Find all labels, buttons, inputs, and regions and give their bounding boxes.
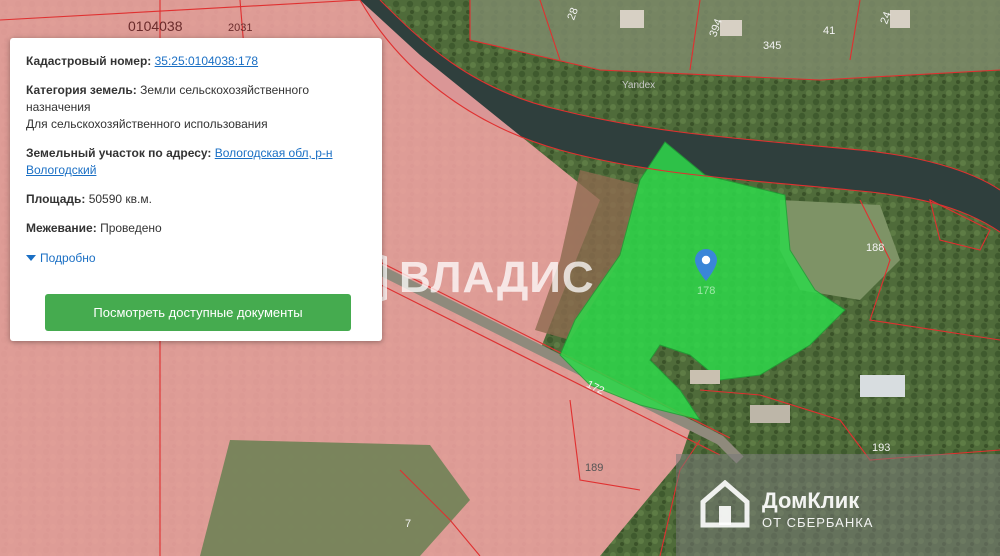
land-category-value: Земли сельскохозяйственного xyxy=(140,83,310,97)
caret-down-icon xyxy=(26,255,36,261)
parcel-number-label: 2031 xyxy=(228,22,253,34)
location-pin-icon[interactable] xyxy=(694,248,718,287)
domclick-title: ДомКлик xyxy=(762,488,860,513)
area-row: Площадь: 50590 кв.м. xyxy=(26,191,366,208)
domclick-watermark: ДомКлик ОТ СБЕРБАНКА xyxy=(762,488,874,531)
vladis-watermark-text: ВЛАДИС xyxy=(399,253,595,302)
parcel-info-card: Кадастровый номер: 35:25:0104038:178 Кат… xyxy=(10,38,382,341)
building xyxy=(620,10,644,28)
parcel-number-label: 7 xyxy=(405,518,412,530)
survey-label: Межевание: xyxy=(26,221,97,235)
parcel-number-label: 41 xyxy=(823,25,836,37)
survey-row: Межевание: Проведено xyxy=(26,220,366,237)
address-link[interactable]: Вологодская обл, р-н xyxy=(215,146,333,160)
building xyxy=(750,405,790,423)
address-label: Земельный участок по адресу: xyxy=(26,146,212,160)
parcel-number-label: 188 xyxy=(866,242,885,254)
details-toggle[interactable]: Подробно xyxy=(26,251,96,265)
map-provider-label: Yandex xyxy=(622,80,656,91)
land-category-value-cont: назначения xyxy=(26,100,91,114)
cadastral-number-row: Кадастровый номер: 35:25:0104038:178 xyxy=(26,53,366,70)
cadastral-number-label: Кадастровый номер: xyxy=(26,54,152,68)
land-category-row: Категория земель: Земли сельскохозяйстве… xyxy=(26,82,366,133)
land-use-value: Для сельскохозяйственного использования xyxy=(26,117,268,131)
survey-value: Проведено xyxy=(100,221,162,235)
quarter-number-label: 0104038 xyxy=(128,18,183,34)
land-category-label: Категория земель: xyxy=(26,83,137,97)
building xyxy=(890,10,910,28)
details-toggle-label: Подробно xyxy=(40,251,96,265)
building xyxy=(690,370,720,384)
parcel-number-label: 345 xyxy=(763,40,782,52)
parcel-number-label: 189 xyxy=(585,462,604,474)
address-link-cont[interactable]: Вологодский xyxy=(26,163,96,177)
cadastral-number-link[interactable]: 35:25:0104038:178 xyxy=(155,54,258,68)
parcel-number-label: 193 xyxy=(872,442,891,454)
zone-bottom-left xyxy=(200,440,470,556)
domclick-subtitle: ОТ СБЕРБАНКА xyxy=(762,515,874,530)
domclick-house-icon xyxy=(700,480,750,528)
building xyxy=(860,375,905,397)
address-row: Земельный участок по адресу: Вологодская… xyxy=(26,145,366,179)
view-documents-button[interactable]: Посмотреть доступные документы xyxy=(45,294,351,331)
area-value: 50590 кв.м. xyxy=(88,192,152,206)
area-label: Площадь: xyxy=(26,192,86,206)
vladis-watermark: ВЛАДИС xyxy=(345,252,595,304)
